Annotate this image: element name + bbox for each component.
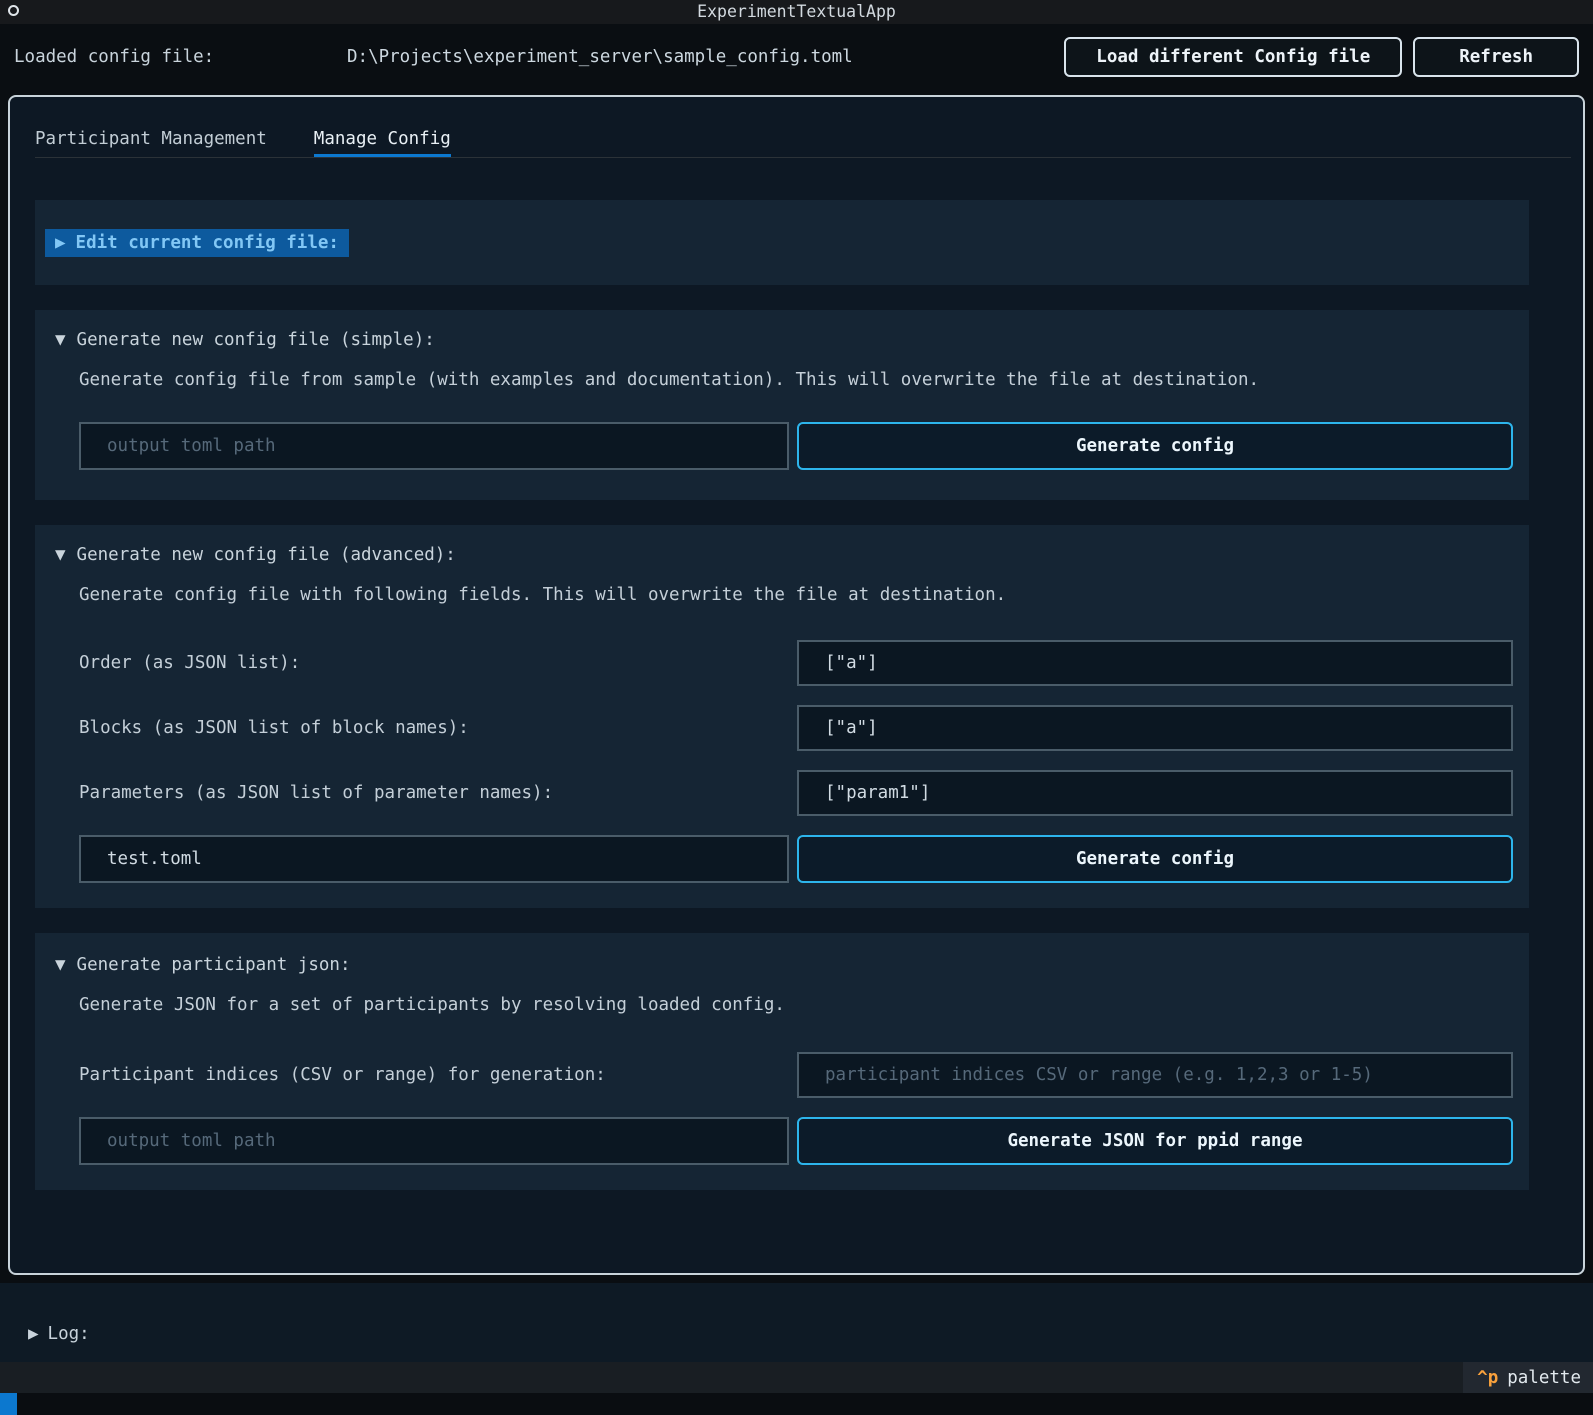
parameters-field-row: Parameters (as JSON list of parameter na… (79, 770, 1513, 816)
generate-participant-description: Generate JSON for a set of participants … (79, 995, 785, 1015)
order-input[interactable] (797, 640, 1513, 686)
blocks-label: Blocks (as JSON list of block names): (79, 718, 469, 738)
collapse-arrow-icon: ▼ (55, 330, 66, 350)
app-window: ExperimentTextualApp Loaded config file:… (0, 0, 1593, 1415)
generate-advanced-title[interactable]: ▼ Generate new config file (advanced): (55, 543, 1529, 567)
order-label: Order (as JSON list): (79, 653, 301, 673)
palette-shortcut[interactable]: ^p palette (1463, 1362, 1593, 1393)
load-different-config-button[interactable]: Load different Config file (1064, 37, 1403, 77)
order-field-row: Order (as JSON list): (79, 640, 1513, 686)
participant-indices-label: Participant indices (CSV or range) for g… (79, 1065, 606, 1085)
generate-advanced-section: ▼ Generate new config file (advanced): G… (35, 525, 1529, 908)
participant-output-path-input[interactable] (79, 1117, 789, 1165)
edit-config-collapsible: ▶ Edit current config file: (35, 200, 1529, 285)
loaded-config-label: Loaded config file: (14, 47, 215, 67)
parameters-label: Parameters (as JSON list of parameter na… (79, 783, 554, 803)
generate-json-ppid-button[interactable]: Generate JSON for ppid range (797, 1117, 1513, 1165)
section-title-label: Generate new config file (simple): (76, 330, 435, 350)
indices-field-row: Participant indices (CSV or range) for g… (79, 1052, 1513, 1098)
edit-config-collapsible-title[interactable]: ▶ Edit current config file: (45, 228, 349, 257)
participant-indices-input[interactable] (797, 1052, 1513, 1098)
titlebar: ExperimentTextualApp (0, 0, 1593, 24)
tab-manage-config[interactable]: Manage Config (313, 121, 451, 157)
bottom-strip (0, 1393, 1593, 1415)
blocks-input[interactable] (797, 705, 1513, 751)
collapse-arrow-icon: ▼ (55, 955, 66, 975)
log-collapsible-title[interactable]: ▶ Log: (28, 1322, 90, 1346)
refresh-button[interactable]: Refresh (1413, 37, 1579, 77)
palette-key-binding: ^p (1477, 1367, 1499, 1388)
palette-label: palette (1507, 1367, 1581, 1388)
generate-simple-description: Generate config file from sample (with e… (79, 370, 1260, 390)
participant-output-row: Generate JSON for ppid range (79, 1117, 1513, 1165)
advanced-output-row: Generate config (79, 835, 1513, 883)
collapsible-label: Edit current config file: (75, 232, 339, 253)
log-collapsible: ▶ Log: (0, 1283, 1593, 1362)
generate-participant-title[interactable]: ▼ Generate participant json: (55, 953, 1529, 977)
generate-simple-title[interactable]: ▼ Generate new config file (simple): (55, 328, 1529, 352)
advanced-generate-config-button[interactable]: Generate config (797, 835, 1513, 883)
simple-output-row: Generate config (79, 422, 1513, 470)
window-indicator-icon (8, 5, 19, 16)
footer-bar: ^p palette (0, 1362, 1593, 1393)
app-title: ExperimentTextualApp (697, 2, 896, 21)
section-title-label: Generate new config file (advanced): (76, 545, 456, 565)
simple-output-path-input[interactable] (79, 422, 789, 470)
tab-participant-management[interactable]: Participant Management (35, 121, 267, 157)
tab-bar: Participant Management Manage Config (35, 121, 451, 157)
generate-participant-section: ▼ Generate participant json: Generate JS… (35, 933, 1529, 1190)
collapse-arrow-icon: ▶ (55, 232, 66, 253)
collapse-arrow-icon: ▼ (55, 545, 66, 565)
parameters-input[interactable] (797, 770, 1513, 816)
scroll-corner (0, 1393, 17, 1415)
generate-simple-section: ▼ Generate new config file (simple): Gen… (35, 310, 1529, 500)
loaded-config-path: D:\Projects\experiment_server\sample_con… (347, 47, 853, 67)
tab-label: Participant Management (35, 129, 267, 149)
tab-divider (35, 157, 1571, 158)
tab-label: Manage Config (313, 129, 451, 149)
section-title-label: Generate participant json: (76, 955, 351, 975)
main-panel: Participant Management Manage Config ▶ E… (8, 95, 1585, 1275)
generate-advanced-description: Generate config file with following fiel… (79, 585, 1007, 605)
advanced-output-path-input[interactable] (79, 835, 789, 883)
manage-config-content: ▶ Edit current config file: ▼ Generate n… (35, 200, 1529, 1215)
header-buttons: Load different Config file Refresh (1064, 37, 1579, 77)
blocks-field-row: Blocks (as JSON list of block names): (79, 705, 1513, 751)
collapsible-label: Log: (47, 1323, 90, 1344)
collapse-arrow-icon: ▶ (28, 1323, 39, 1344)
config-header: Loaded config file: D:\Projects\experime… (0, 24, 1593, 90)
simple-generate-config-button[interactable]: Generate config (797, 422, 1513, 470)
